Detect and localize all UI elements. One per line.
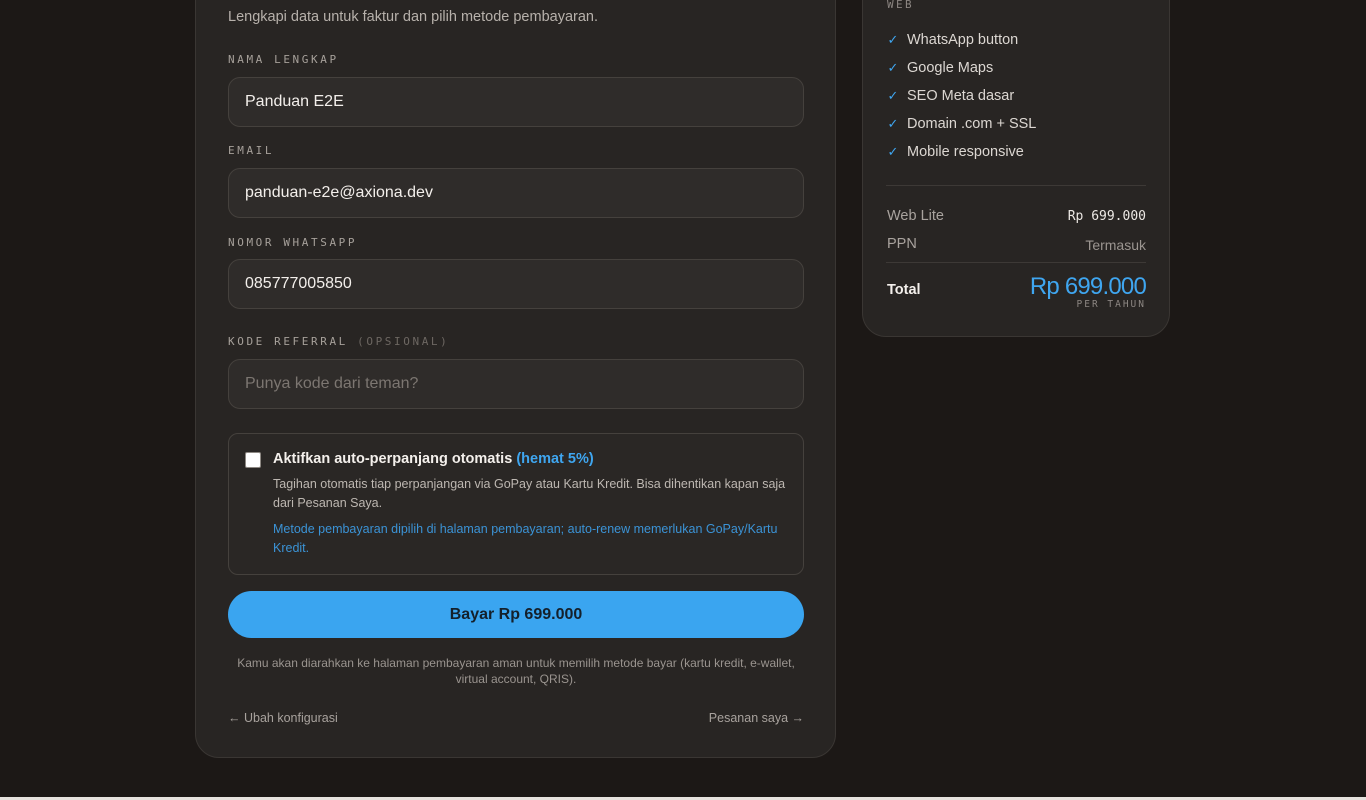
name-label: NAMA LENGKAP (228, 53, 339, 66)
feature-item: ✓ WhatsApp button (887, 30, 1019, 50)
check-icon: ✓ (887, 88, 899, 103)
plan-price: Rp 699.000 (1067, 209, 1146, 224)
auto-renew-note: Metode pembayaran dipilih di halaman pem… (273, 522, 778, 555)
auto-renew-title: Aktifkan auto-perpanjang otomatis (hemat… (273, 451, 594, 467)
summary-section-label: WEB (887, 0, 915, 11)
pay-button[interactable]: Bayar Rp 699.000 (228, 591, 804, 638)
plan-label: Web Lite (887, 208, 944, 224)
form-subtitle: Lengkapi data untuk faktur dan pilih met… (228, 9, 598, 25)
summary-divider (886, 262, 1146, 263)
change-configuration-link[interactable]: ← Ubah konfigurasi (228, 711, 338, 725)
feature-item: ✓ Google Maps (887, 58, 994, 78)
whatsapp-label: NOMOR WHATSAPP (228, 236, 358, 249)
feature-item: ✓ Domain .com + SSL (887, 114, 1037, 134)
feature-item: ✓ SEO Meta dasar (887, 86, 1015, 106)
auto-renew-title-text: Aktifkan auto-perpanjang otomatis (273, 451, 513, 467)
summary-divider (886, 185, 1146, 186)
tax-label: PPN (887, 236, 917, 252)
feature-text: Mobile responsive (907, 144, 1024, 160)
total-value: Rp 699.000 (1029, 273, 1147, 300)
feature-text: Google Maps (907, 60, 994, 76)
check-icon: ✓ (887, 144, 899, 159)
auto-renew-description: Tagihan otomatis tiap perpanjangan via G… (273, 477, 786, 510)
feature-text: WhatsApp button (907, 32, 1019, 48)
tax-value: Termasuk (1085, 237, 1146, 253)
referral-label-text: KODE REFERRAL (228, 335, 348, 348)
check-icon: ✓ (887, 32, 899, 47)
referral-code-input[interactable] (228, 359, 804, 409)
my-orders-link[interactable]: Pesanan saya → (709, 711, 804, 725)
total-period: PER TAHUN (1076, 299, 1146, 310)
email-label: EMAIL (228, 144, 275, 157)
auto-renew-save-badge: (hemat 5%) (516, 451, 594, 467)
referral-label: KODE REFERRAL (OPSIONAL) (228, 335, 449, 348)
total-label: Total (887, 282, 921, 298)
whatsapp-input[interactable] (228, 259, 804, 309)
feature-text: Domain .com + SSL (907, 116, 1037, 132)
check-icon: ✓ (887, 116, 899, 131)
check-icon: ✓ (887, 60, 899, 75)
full-name-input[interactable] (228, 77, 804, 127)
referral-optional-text: (OPSIONAL) (357, 335, 450, 348)
feature-text: SEO Meta dasar (907, 88, 1015, 104)
auto-renew-checkbox[interactable] (245, 452, 261, 468)
redirect-note: Kamu akan diarahkan ke halaman pembayara… (237, 656, 795, 686)
email-input[interactable] (228, 168, 804, 218)
checkout-page: Lengkapi data untuk faktur dan pilih met… (0, 0, 1366, 800)
feature-item: ✓ Mobile responsive (887, 142, 1024, 162)
